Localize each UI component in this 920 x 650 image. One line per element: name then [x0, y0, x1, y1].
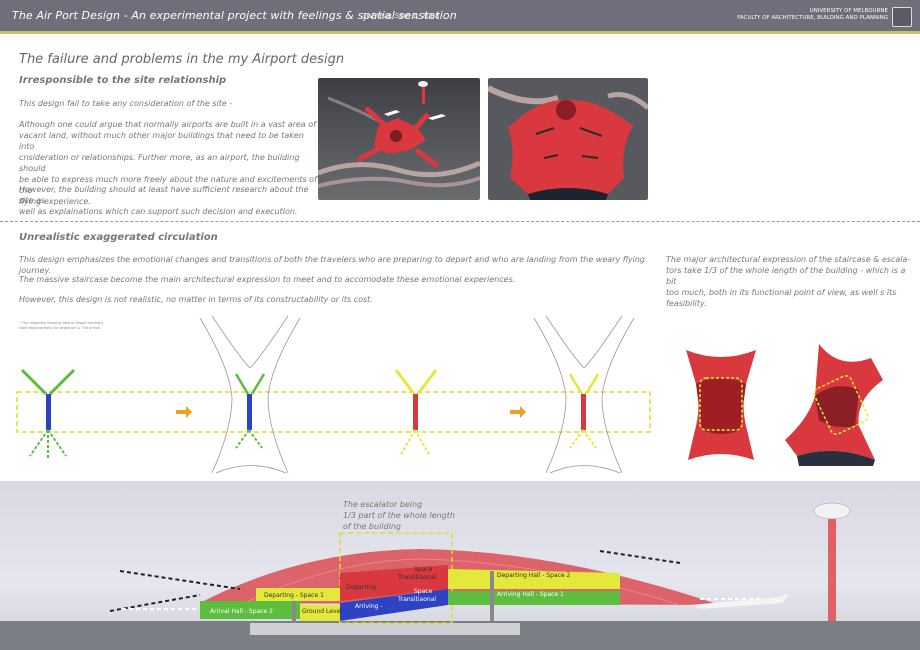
- text-line: well as explainations which can support …: [19, 207, 298, 216]
- label-space-lower: Space: [414, 588, 433, 595]
- circulation-paragraph-1: This design emphasizes the emotional cha…: [19, 255, 645, 275]
- label-departing-space-1: Departing - Space 1: [264, 592, 324, 599]
- label-ground-level: Ground Level: [302, 608, 342, 615]
- label-arriving-hall-1: Arriving Hall - Space 1: [497, 591, 564, 598]
- label-departing: Departing: [346, 584, 376, 591]
- label-arrival-hall-2: Arrival Hall - Space 2: [210, 608, 273, 615]
- aerial-render-image: [318, 78, 480, 200]
- text-line: feasibility.: [666, 299, 707, 308]
- label-transitional-lower: Transitiaonal: [398, 596, 437, 603]
- text-line: cnsideration or relationships. Further m…: [19, 153, 300, 173]
- text-line: However, the building should at least ha…: [19, 185, 309, 205]
- staircase-render-image-1: [682, 344, 760, 466]
- text-line: vacant land, without much other major bu…: [19, 131, 304, 151]
- section-subtitle-site: Irresponsible to the site relationship: [19, 75, 227, 86]
- university-logo-icon: [892, 7, 912, 27]
- label-departing-hall-2: Departing Hall - Space 2: [497, 572, 571, 579]
- text-line: Although one could argue that normally a…: [19, 120, 316, 129]
- text-line: The major architectural expression of th…: [666, 255, 911, 264]
- site-paragraph-1: This design fail to take any considerati…: [19, 99, 233, 108]
- semester-label: 3rd Year, Sem 1, 2008: [362, 12, 440, 20]
- text-line: tors take 1/3 of the whole length of the…: [666, 266, 906, 286]
- site-paragraph-3: However, the building should at least ha…: [19, 184, 319, 217]
- section-title: The failure and problems in the my Airpo…: [19, 52, 345, 67]
- closeup-render-image: [488, 78, 648, 200]
- section-subtitle-circulation: Unrealistic exaggerated circulation: [19, 232, 218, 243]
- staircase-render-image-2: [775, 340, 893, 466]
- label-transitional-upper: Transitiaonal: [398, 574, 437, 581]
- label-arriving: Arriving -: [355, 603, 383, 610]
- elevation-diagram: [0, 502, 920, 650]
- flow-diagram-1: [20, 368, 76, 458]
- circulation-diagram: [16, 315, 651, 474]
- label-space-upper: Space: [414, 566, 433, 573]
- header-bar: The Air Port Design - An experimental pr…: [0, 0, 920, 34]
- university-name: UNIVERSITY OF MELBOURNE: [809, 8, 888, 14]
- faculty-name: FACULTY OF ARCHITECTURE, BUILDING AND PL…: [737, 15, 888, 21]
- section-divider: [0, 221, 920, 222]
- staircase-side-note: The major architectural expression of th…: [666, 254, 911, 309]
- text-line: too much, both in its functional point o…: [666, 288, 897, 297]
- circulation-paragraph-3: However, this design is not realistic, n…: [19, 295, 373, 304]
- circulation-paragraph-2: The massive staircase become the main ar…: [19, 275, 516, 284]
